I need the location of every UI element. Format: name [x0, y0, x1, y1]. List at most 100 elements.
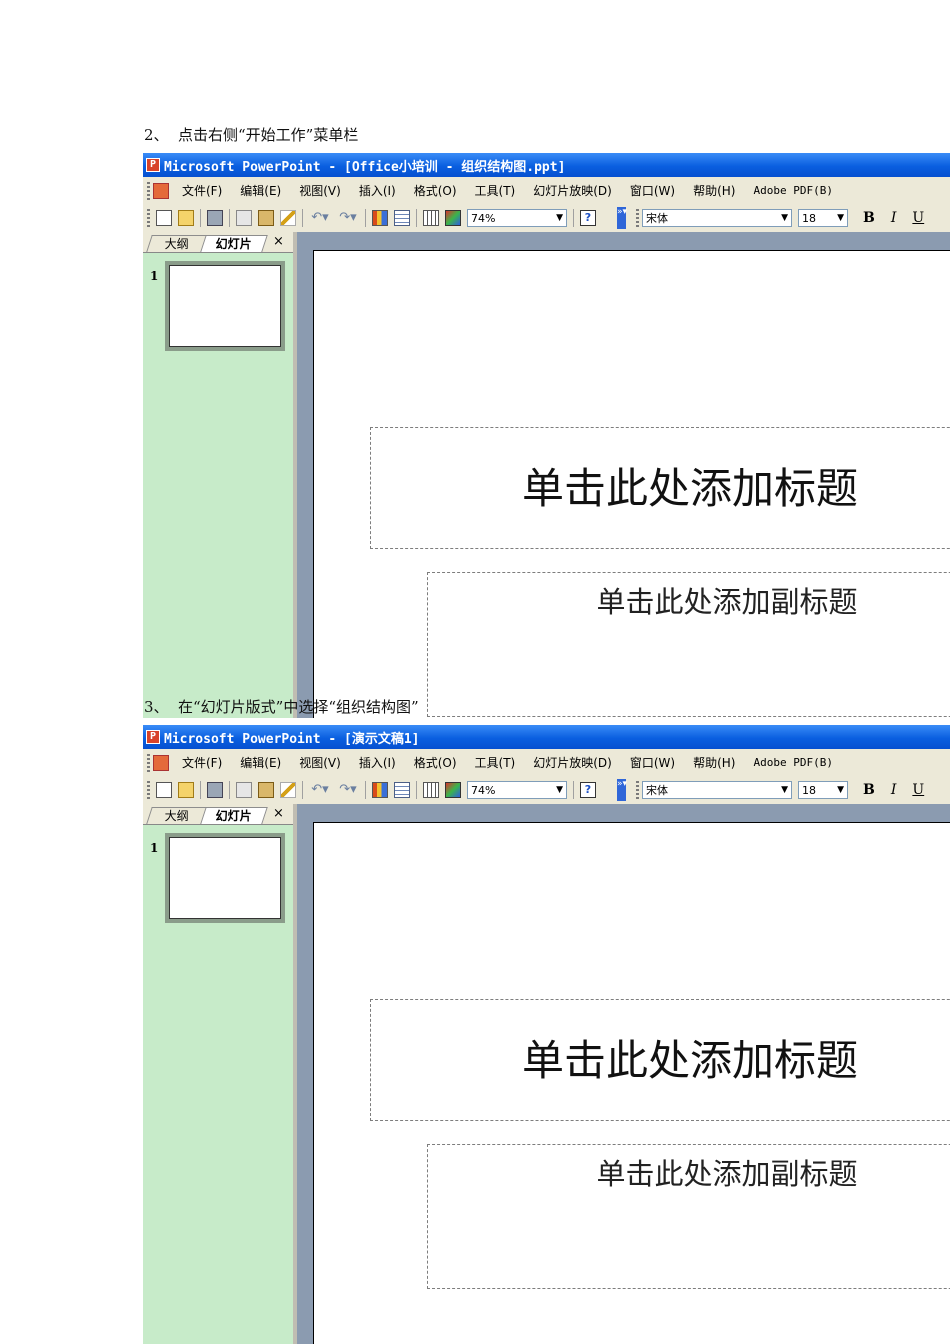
format-painter-icon[interactable] — [280, 782, 296, 798]
menu-window[interactable]: 窗口(W) — [621, 754, 684, 771]
menu-grip[interactable] — [147, 753, 150, 772]
tab-slides[interactable]: 幻灯片 — [200, 807, 268, 824]
toolbar-separator — [229, 781, 230, 799]
toolbar-grip[interactable] — [636, 209, 639, 227]
menu-insert[interactable]: 插入(I) — [350, 754, 405, 771]
powerpoint-app-icon[interactable]: P — [146, 158, 160, 172]
insert-chart-icon[interactable] — [372, 782, 388, 798]
copy-icon[interactable] — [236, 210, 252, 226]
menu-format[interactable]: 格式(O) — [405, 754, 466, 771]
format-painter-icon[interactable] — [280, 210, 296, 226]
menu-slideshow[interactable]: 幻灯片放映(D) — [524, 182, 621, 199]
color-grayscale-icon[interactable] — [445, 782, 461, 798]
dropdown-arrow-icon[interactable]: ▼ — [781, 785, 788, 795]
menu-file[interactable]: 文件(F) — [173, 754, 231, 771]
slide-thumbnail[interactable] — [165, 833, 285, 923]
print-icon[interactable] — [207, 782, 223, 798]
menu-view[interactable]: 视图(V) — [290, 182, 350, 199]
insert-chart-icon[interactable] — [372, 210, 388, 226]
menu-tools[interactable]: 工具(T) — [466, 182, 525, 199]
toolbar-options-chevron-icon[interactable]: »▾ — [617, 207, 627, 229]
redo-icon[interactable]: ↷▾ — [337, 782, 359, 798]
toolbar-grip[interactable] — [147, 781, 150, 799]
menu-file[interactable]: 文件(F) — [173, 182, 231, 199]
copy-icon[interactable] — [236, 782, 252, 798]
underline-button[interactable]: U — [912, 782, 924, 798]
menu-insert[interactable]: 插入(I) — [350, 182, 405, 199]
close-pane-icon[interactable]: × — [273, 806, 284, 821]
subtitle-placeholder[interactable]: 单击此处添加副标题 — [427, 1144, 950, 1289]
paste-icon[interactable] — [258, 782, 274, 798]
dropdown-arrow-icon[interactable]: ▼ — [837, 785, 844, 795]
open-icon[interactable] — [178, 210, 194, 226]
step-number: 2、 — [144, 126, 169, 144]
menu-help[interactable]: 帮助(H) — [684, 754, 744, 771]
insert-table-icon[interactable] — [394, 782, 410, 798]
toolbar-separator — [416, 781, 417, 799]
help-icon[interactable]: ? — [580, 210, 596, 226]
show-grid-icon[interactable] — [423, 210, 439, 226]
slide-thumbnail[interactable] — [165, 261, 285, 351]
menu-adobe-pdf[interactable]: Adobe PDF(B) — [744, 756, 841, 769]
dropdown-arrow-icon[interactable]: ▼ — [781, 213, 788, 223]
powerpoint-app-icon[interactable]: P — [146, 730, 160, 744]
menu-format[interactable]: 格式(O) — [405, 182, 466, 199]
redo-icon[interactable]: ↷▾ — [337, 210, 359, 226]
insert-table-icon[interactable] — [394, 210, 410, 226]
italic-button[interactable]: I — [891, 210, 897, 226]
toolbar-options-chevron-icon[interactable]: »▾ — [617, 779, 627, 801]
tab-outline[interactable]: 大纲 — [146, 807, 208, 824]
font-size-select[interactable]: 18 ▼ — [798, 209, 848, 227]
menu-edit[interactable]: 编辑(E) — [231, 182, 290, 199]
show-grid-icon[interactable] — [423, 782, 439, 798]
paste-icon[interactable] — [258, 210, 274, 226]
font-select[interactable]: 宋体 ▼ — [642, 781, 792, 799]
toolbar-separator — [200, 209, 201, 227]
close-pane-icon[interactable]: × — [273, 234, 284, 249]
subtitle-placeholder[interactable]: 单击此处添加副标题 — [427, 572, 950, 717]
tab-outline[interactable]: 大纲 — [146, 235, 208, 252]
zoom-value: 74% — [471, 211, 496, 225]
title-placeholder[interactable]: 单击此处添加标题 — [370, 999, 950, 1121]
menu-adobe-pdf[interactable]: Adobe PDF(B) — [744, 184, 841, 197]
undo-icon[interactable]: ↶▾ — [309, 782, 331, 798]
help-icon[interactable]: ? — [580, 782, 596, 798]
menu-edit[interactable]: 编辑(E) — [231, 754, 290, 771]
slide-canvas[interactable]: 单击此处添加标题 单击此处添加副标题 — [313, 822, 950, 1344]
font-select[interactable]: 宋体 ▼ — [642, 209, 792, 227]
color-grayscale-icon[interactable] — [445, 210, 461, 226]
slide-thumbnail-pane: 1 — [143, 824, 293, 1344]
bold-button[interactable]: B — [863, 782, 875, 798]
dropdown-arrow-icon[interactable]: ▼ — [556, 213, 563, 223]
title-placeholder[interactable]: 单击此处添加标题 — [370, 427, 950, 549]
italic-button[interactable]: I — [891, 782, 897, 798]
menu-slideshow[interactable]: 幻灯片放映(D) — [524, 754, 621, 771]
font-size-select[interactable]: 18 ▼ — [798, 781, 848, 799]
document-icon[interactable] — [153, 182, 169, 199]
slide-canvas[interactable]: 单击此处添加标题 单击此处添加副标题 — [313, 250, 950, 718]
toolbar-grip[interactable] — [636, 781, 639, 799]
bold-button[interactable]: B — [863, 210, 875, 226]
zoom-select[interactable]: 74% ▼ — [467, 209, 567, 227]
new-document-icon[interactable] — [156, 210, 172, 226]
menu-window[interactable]: 窗口(W) — [621, 182, 684, 199]
open-icon[interactable] — [178, 782, 194, 798]
tab-slides[interactable]: 幻灯片 — [200, 235, 268, 252]
menu-view[interactable]: 视图(V) — [290, 754, 350, 771]
toolbar-separator — [229, 209, 230, 227]
print-icon[interactable] — [207, 210, 223, 226]
menu-help[interactable]: 帮助(H) — [684, 182, 744, 199]
dropdown-arrow-icon[interactable]: ▼ — [556, 785, 563, 795]
underline-button[interactable]: U — [912, 210, 924, 226]
dropdown-arrow-icon[interactable]: ▼ — [837, 213, 844, 223]
new-document-icon[interactable] — [156, 782, 172, 798]
toolbar-grip[interactable] — [147, 209, 150, 227]
toolbar-separator — [365, 781, 366, 799]
document-icon[interactable] — [153, 754, 169, 771]
tab-outline-label: 大纲 — [164, 809, 189, 823]
toolbar-separator — [200, 781, 201, 799]
zoom-select[interactable]: 74% ▼ — [467, 781, 567, 799]
undo-icon[interactable]: ↶▾ — [309, 210, 331, 226]
menu-grip[interactable] — [147, 181, 150, 200]
menu-tools[interactable]: 工具(T) — [466, 754, 525, 771]
